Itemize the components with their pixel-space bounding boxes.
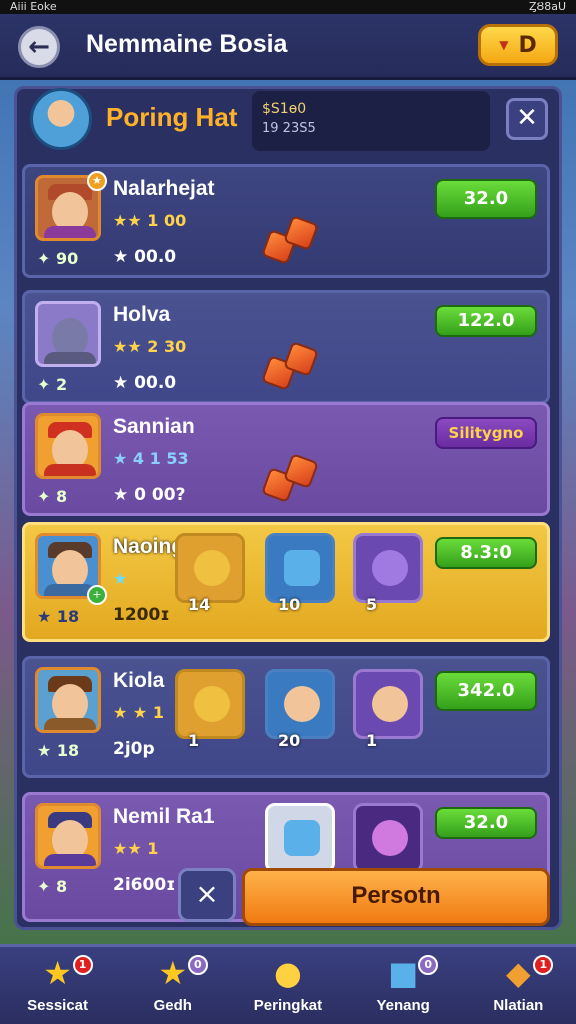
- list-item[interactable]: Kiola ★ ★ 1 ★ 18 2j0p 1 20 1 342.0: [22, 656, 550, 778]
- nav-label: Yenang: [376, 997, 430, 1014]
- shield-item[interactable]: 14: [175, 533, 245, 614]
- price-button[interactable]: 32.0: [435, 807, 537, 839]
- close-button[interactable]: ✕: [506, 98, 548, 140]
- player-level: ✦ 90: [37, 249, 79, 268]
- item-count: 5: [366, 595, 378, 614]
- panel-info: $S1ѳ0 19 23S5: [252, 91, 490, 151]
- price-button[interactable]: 342.0: [435, 671, 537, 711]
- list-item[interactable]: Holva ★★ 2 30 ✦ 2 ★ 00.0 122.0: [22, 290, 550, 404]
- avatar: [35, 667, 101, 733]
- back-button[interactable]: ←: [18, 26, 60, 68]
- player-score: 2i600ɪ: [113, 875, 176, 895]
- player-level: ✦ 2: [37, 375, 68, 394]
- nav-item-peringkat[interactable]: ● Peringkat: [233, 947, 343, 1024]
- nav-label: Gedh: [153, 997, 192, 1014]
- panel-avatar: [30, 88, 92, 150]
- status-left: Aiii Eoke: [10, 0, 57, 13]
- creature-icon: ●: [274, 954, 302, 992]
- player-rating: ★: [113, 569, 128, 588]
- book-item[interactable]: 10: [265, 533, 335, 614]
- player-name: Nalarhejat: [113, 177, 215, 200]
- nav-item-sessicat[interactable]: ★ 1 Sessicat: [3, 947, 113, 1024]
- price-button[interactable]: 122.0: [435, 305, 537, 337]
- price-button[interactable]: 8.3:0: [435, 537, 537, 569]
- coin-value: D: [518, 32, 537, 58]
- notification-badge: 0: [418, 955, 439, 975]
- gift-icon: ■: [388, 954, 419, 992]
- back-arrow-icon: ←: [28, 32, 50, 62]
- player-score: 1200ɪ: [113, 605, 170, 625]
- panel-header: Poring Hat $S1ѳ0 19 23S5 ✕: [14, 86, 562, 158]
- page-title: Nemmaine Bosia: [86, 30, 288, 58]
- status-right: ȤȢ8aU: [528, 0, 566, 13]
- player-name: Sannian: [113, 415, 195, 438]
- item-count: 20: [278, 731, 301, 750]
- list-item[interactable]: ★ Nalarhejat ★★ 1 00 ✦ 90 ★ 00.0 32.0: [22, 164, 550, 278]
- list-item[interactable]: + Naoingiat ★ ★ 18 1200ɪ 14 10 5 8.3:0: [22, 522, 550, 642]
- item-count: 14: [188, 595, 211, 614]
- item-count: 1: [366, 731, 378, 750]
- cancel-button[interactable]: ×: [178, 868, 236, 922]
- player-name: Nemil Ra1: [113, 805, 215, 828]
- gem-icon: [261, 215, 325, 267]
- nav-label: Nlatian: [493, 997, 544, 1014]
- bottom-nav: ★ 1 Sessicat ★ 0 Gedh ● Peringkat ■ 0 Ye…: [0, 944, 576, 1024]
- item-count: 10: [278, 595, 301, 614]
- notification-badge: 0: [187, 955, 208, 975]
- panel-info-line1: $S1ѳ0: [262, 101, 307, 117]
- gem-icon: [261, 453, 325, 505]
- nav-item-yenang[interactable]: ■ 0 Yenang: [348, 947, 458, 1024]
- primary-action-button[interactable]: Persotn: [242, 868, 550, 926]
- potion-item[interactable]: 5: [353, 533, 423, 614]
- player-level: ✦ 8: [37, 487, 68, 506]
- player-level: ✦ 8: [37, 877, 68, 896]
- header: ← Nemmaine Bosia ▼ D: [0, 14, 576, 80]
- shield-item[interactable]: 1: [175, 669, 245, 750]
- player-rating: ★ 4 1 53: [113, 449, 189, 468]
- gem-icon: [261, 341, 325, 393]
- nav-item-gedh[interactable]: ★ 0 Gedh: [118, 947, 228, 1024]
- notification-badge: 1: [72, 955, 93, 975]
- badge-icon: +: [87, 585, 107, 605]
- player-score: ★ 00.0: [113, 373, 177, 393]
- nav-label: Peringkat: [253, 997, 323, 1014]
- item-count: 1: [188, 731, 200, 750]
- player-score: 2j0p: [113, 739, 155, 759]
- avatar: [35, 803, 101, 869]
- player-name: Holva: [113, 303, 171, 326]
- nav-label: Sessicat: [27, 997, 89, 1014]
- notification-badge: 1: [533, 955, 554, 975]
- player-name: Kiola: [113, 669, 165, 692]
- panel-info-line2: 19 23S5: [262, 121, 316, 136]
- player-rating: ★ ★ 1: [113, 703, 164, 722]
- nav-item-nlatian[interactable]: ◆ 1 Nlatian: [463, 947, 573, 1024]
- badge-icon: ★: [87, 171, 107, 191]
- list-item[interactable]: Sannian ★ 4 1 53 ✦ 8 ★ 0 00? Silitygno: [22, 402, 550, 516]
- avatar: [35, 301, 101, 367]
- coin-button[interactable]: ▼ D: [478, 24, 558, 66]
- star-icon: ★: [43, 954, 72, 992]
- player-rating: ★★ 1 00: [113, 211, 187, 230]
- avatar: [35, 413, 101, 479]
- panel-title: Poring Hat: [106, 102, 238, 132]
- price-button[interactable]: 32.0: [435, 179, 537, 219]
- book-item[interactable]: [265, 803, 335, 873]
- player-rating: ★★ 1: [113, 839, 159, 858]
- player-level: ★ 18: [37, 741, 80, 760]
- player-level: ★ 18: [37, 607, 80, 626]
- warrior-item[interactable]: 1: [353, 669, 423, 750]
- player-score: ★ 00.0: [113, 247, 177, 267]
- player-score: ★ 0 00?: [113, 485, 186, 505]
- close-icon: ✕: [516, 103, 538, 133]
- helmet-icon: ◆: [506, 954, 531, 992]
- price-button[interactable]: Silitygno: [435, 417, 537, 449]
- status-bar: Aiii Eoke ȤȢ8aU: [0, 0, 576, 14]
- orb-item[interactable]: [353, 803, 423, 873]
- hero-item[interactable]: 20: [265, 669, 335, 750]
- caret-down-icon: ▼: [499, 38, 509, 52]
- star-icon: ★: [158, 954, 188, 992]
- player-rating: ★★ 2 30: [113, 337, 187, 356]
